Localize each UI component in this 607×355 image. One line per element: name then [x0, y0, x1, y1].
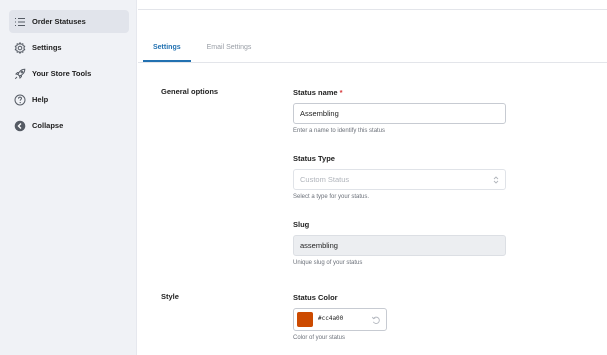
sidebar-item-store-tools[interactable]: Your Store Tools: [9, 62, 129, 85]
status-name-help: Enter a name to identify this status: [293, 128, 386, 134]
status-type-label: Status Type: [293, 154, 335, 163]
sidebar-item-label: Collapse: [32, 121, 64, 130]
status-name-input[interactable]: Assembling: [293, 103, 506, 124]
status-color-label: Status Color: [293, 293, 338, 302]
color-hex-value: #cc4a00: [318, 315, 344, 322]
tab-settings[interactable]: Settings: [143, 42, 191, 62]
status-name-label: Status name *: [293, 88, 343, 97]
status-name-value: Assembling: [300, 109, 339, 118]
help-icon: [14, 94, 26, 106]
status-color-picker[interactable]: #cc4a00: [293, 308, 387, 331]
list-icon: [14, 16, 26, 28]
gear-icon: [14, 41, 26, 54]
section-title-style: Style: [161, 292, 179, 301]
sidebar-item-help[interactable]: Help: [9, 88, 129, 111]
sidebar-item-label: Your Store Tools: [32, 69, 92, 78]
required-marker: *: [339, 88, 343, 97]
reset-icon[interactable]: [371, 315, 381, 325]
sidebar-item-label: Order Statuses: [32, 17, 86, 26]
sidebar-item-label: Help: [32, 95, 49, 104]
sidebar-item-collapse[interactable]: Collapse: [9, 114, 129, 137]
status-type-help: Select a type for your status.: [293, 194, 370, 200]
tab-email-settings[interactable]: Email Settings: [207, 42, 252, 62]
status-type-placeholder: Custom Status: [300, 175, 350, 184]
sidebar-item-label: Settings: [32, 43, 62, 52]
settings-tabs: Settings Email Settings: [143, 42, 267, 62]
status-type-select[interactable]: Custom Status: [293, 169, 506, 190]
tabs-divider: [138, 62, 607, 63]
chevron-updown-icon: [493, 176, 499, 184]
slug-input: assembling: [293, 235, 506, 256]
section-title-general: General options: [161, 87, 219, 96]
color-swatch[interactable]: [297, 312, 313, 327]
status-color-help: Color of your status: [293, 335, 346, 341]
main-content: Settings Email Settings General options …: [138, 0, 607, 355]
sidebar-item-order-statuses[interactable]: Order Statuses: [9, 10, 129, 33]
slug-help: Unique slug of your status: [293, 260, 363, 266]
sidebar-item-settings[interactable]: Settings: [9, 36, 129, 59]
collapse-icon: [14, 120, 26, 132]
sidebar: Order Statuses Settings Your Store Tools…: [0, 0, 137, 355]
slug-label: Slug: [293, 220, 310, 229]
slug-value: assembling: [300, 241, 338, 250]
status-name-label-text: Status name: [293, 88, 338, 97]
rocket-icon: [14, 68, 26, 80]
top-bar: [138, 0, 607, 10]
